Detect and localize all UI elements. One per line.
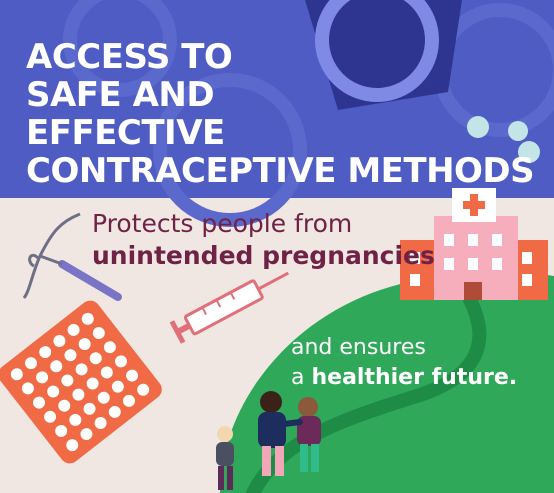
protects-text: Protects people from unintended pregnanc… (92, 208, 435, 272)
ensures-text: and ensures a healthier future. (291, 333, 517, 393)
ensures-line-2-bold: healthier future. (311, 365, 518, 390)
syringe-icon (169, 271, 289, 344)
headline: ACCESS TO SAFE AND EFFECTIVE CONTRACEPTI… (26, 37, 535, 191)
protects-line-1: Protects people from (92, 209, 353, 238)
ensures-line-2: a healthier future. (291, 363, 517, 393)
ensures-line-2-prefix: a (291, 365, 305, 390)
ensures-line-1: and ensures (291, 335, 426, 360)
headline-line-2: SAFE AND (26, 75, 215, 115)
headline-line-3: EFFECTIVE (26, 113, 225, 153)
protects-line-2: unintended pregnancies (92, 241, 435, 270)
pill-pack-icon (0, 300, 162, 464)
infographic: ACCESS TO SAFE AND EFFECTIVE CONTRACEPTI… (0, 0, 554, 493)
headline-line-1: ACCESS TO (26, 37, 233, 77)
headline-line-4: CONTRACEPTIVE METHODS (26, 151, 535, 191)
